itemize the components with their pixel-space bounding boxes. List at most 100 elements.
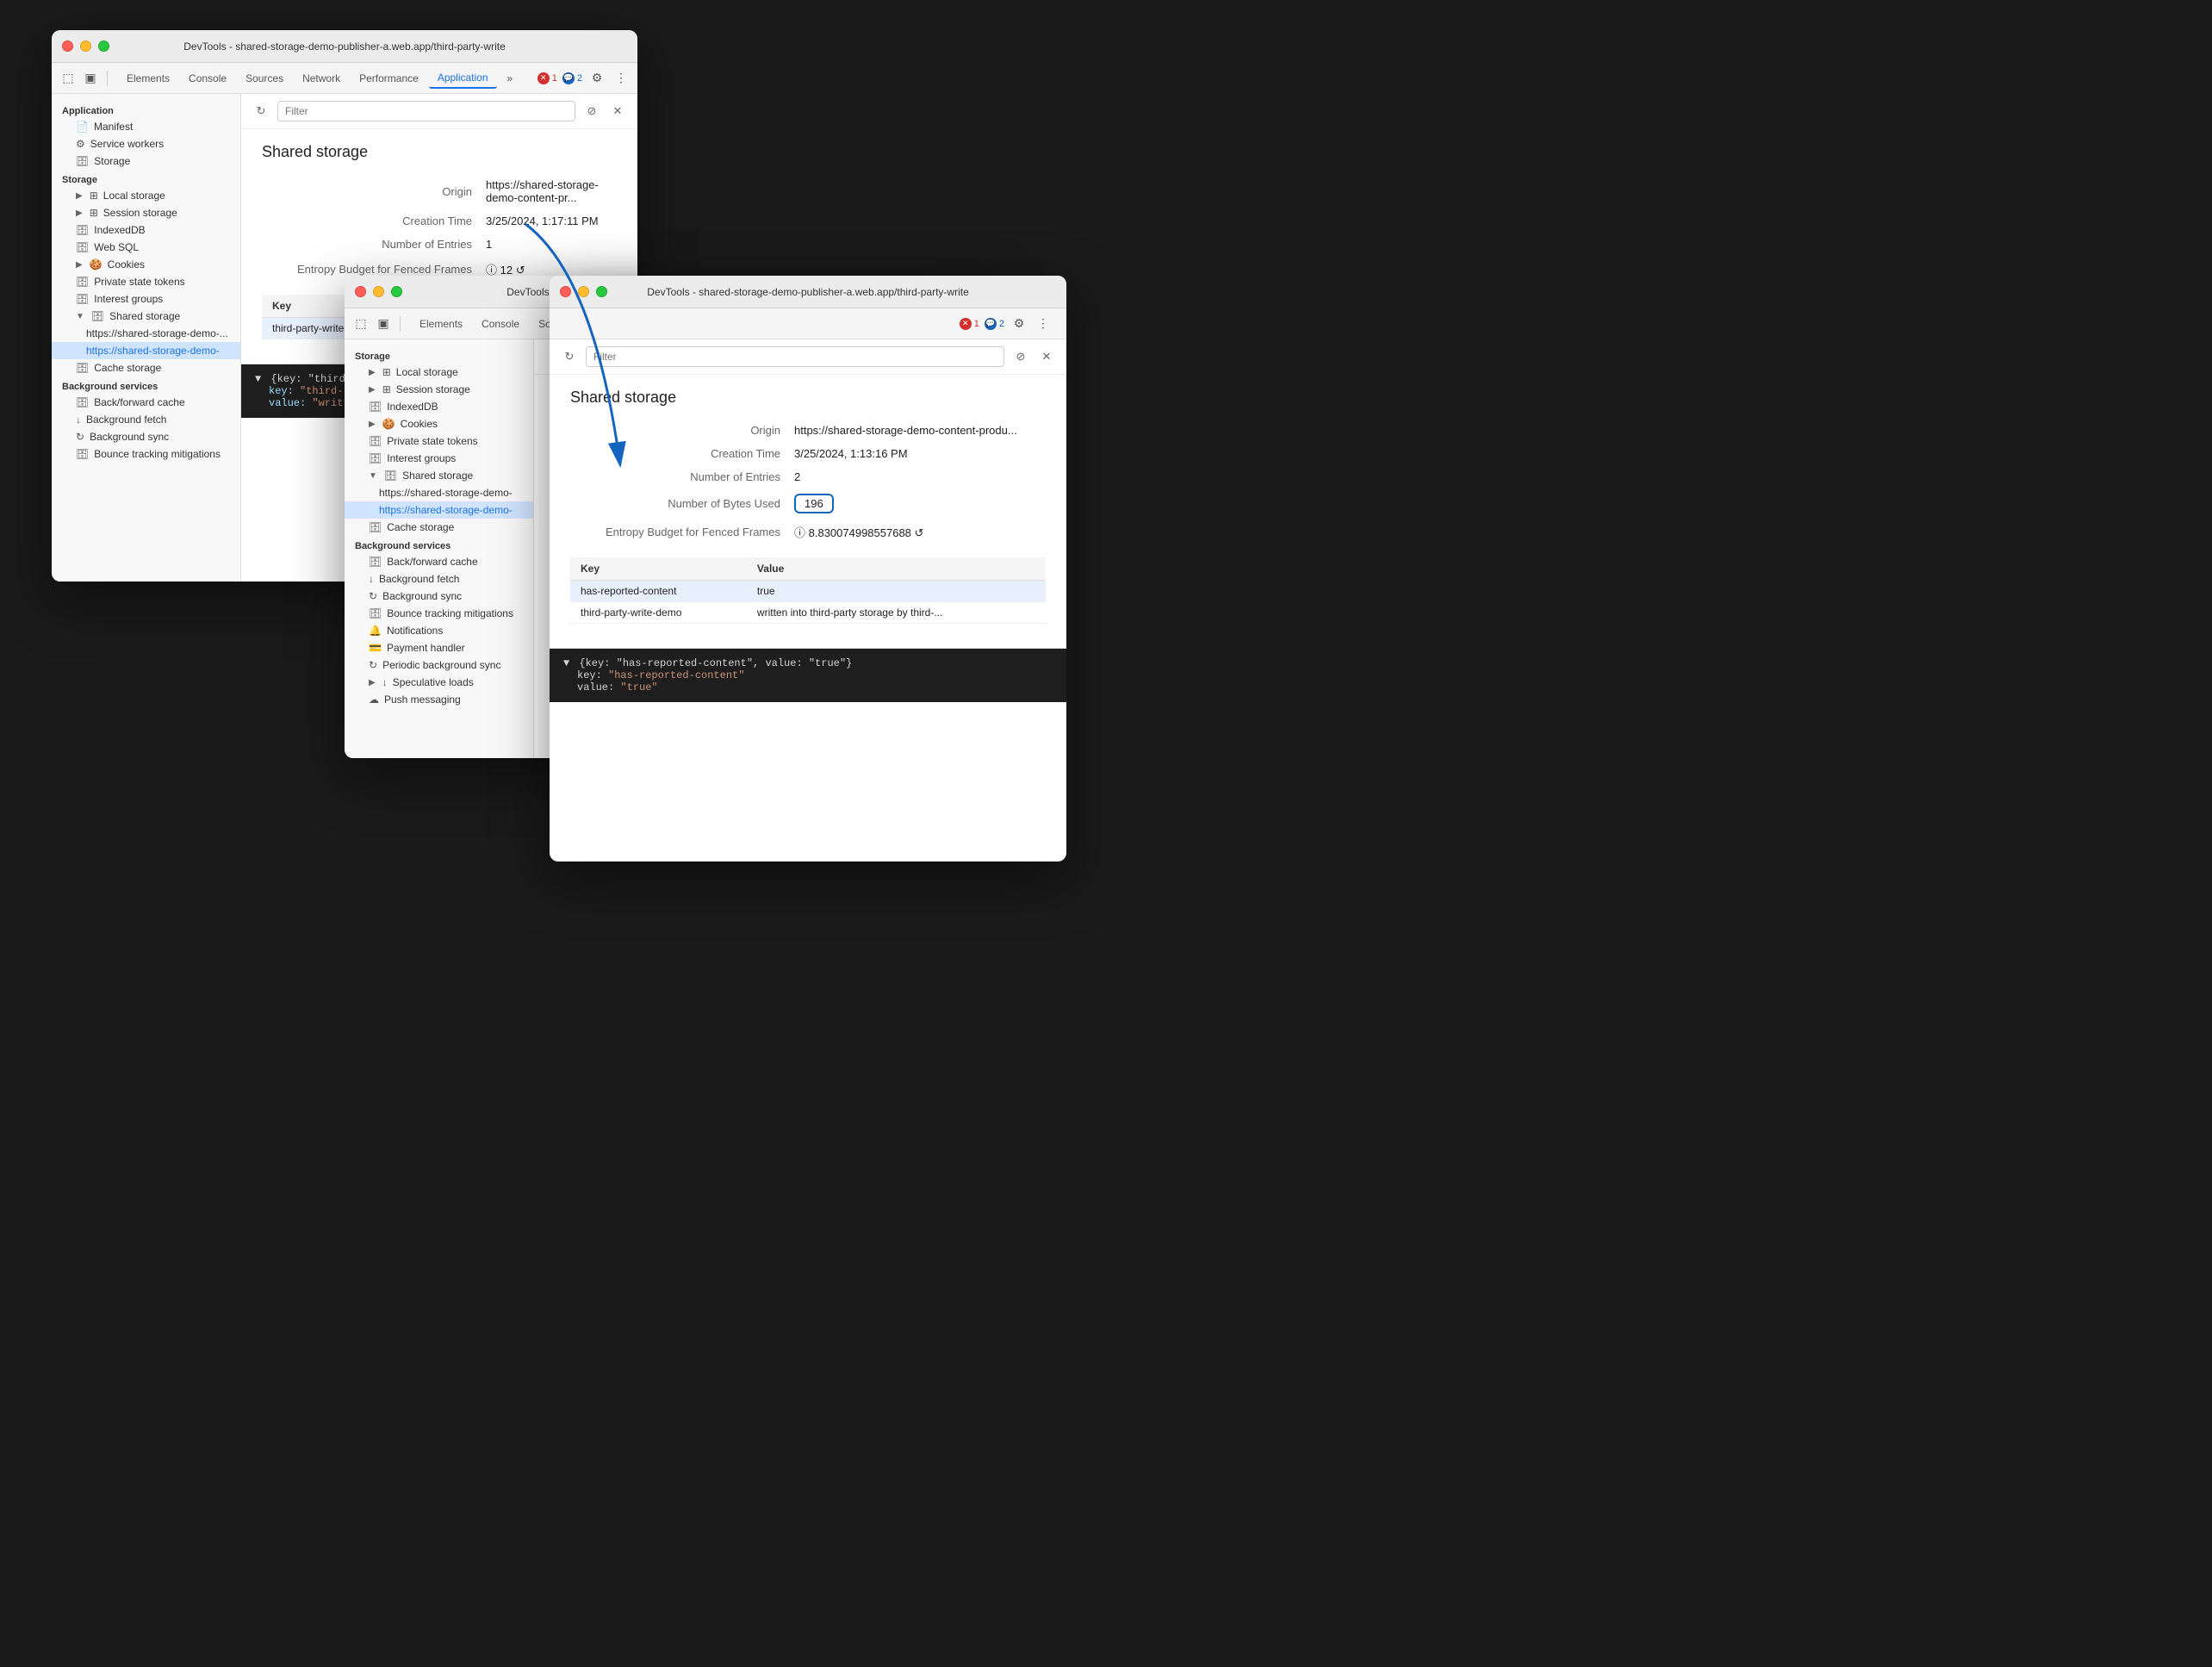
bytes-box-3: 196: [794, 494, 834, 513]
sidebar-cookies-label-2: Cookies: [401, 418, 438, 430]
sidebar-storage[interactable]: 🗄 Storage: [52, 152, 240, 170]
reload-btn-3[interactable]: ↻: [560, 347, 579, 366]
info-dot-3: 💬: [985, 318, 997, 330]
sidebar-indexeddb[interactable]: 🗄 IndexedDB: [52, 221, 240, 239]
close-button-3[interactable]: [560, 286, 571, 297]
maximize-button-3[interactable]: [596, 286, 607, 297]
table-row-3-2[interactable]: third-party-write-demo written into thir…: [570, 602, 1046, 624]
sidebar-back-forward[interactable]: 🗄 Back/forward cache: [52, 394, 240, 411]
filter-input-3[interactable]: [586, 346, 1004, 367]
settings-icon-1[interactable]: ⚙: [587, 69, 606, 88]
sidebar-cache-storage[interactable]: 🗄 Cache storage: [52, 359, 240, 376]
sidebar-bg-fetch[interactable]: ↓ Background fetch: [52, 411, 240, 428]
minimize-button-2[interactable]: [373, 286, 384, 297]
window-controls-2[interactable]: [355, 286, 402, 297]
sidebar-back-forward-label-2: Back/forward cache: [387, 556, 477, 568]
sidebar-interest-2[interactable]: 🗄 Interest groups: [345, 450, 533, 467]
indexeddb-icon-2: 🗄: [369, 401, 382, 413]
window-controls-1[interactable]: [62, 40, 109, 52]
device-icon-2[interactable]: ▣: [374, 314, 393, 333]
sidebar-private-tokens[interactable]: 🗄 Private state tokens: [52, 273, 240, 290]
sidebar-manifest[interactable]: 📄 Manifest: [52, 118, 240, 135]
more-icon-1[interactable]: ⋮: [612, 69, 631, 88]
reload-btn-1[interactable]: ↻: [252, 102, 270, 121]
error-badge-1: ✕ 1: [537, 72, 557, 84]
json-key-line-3: key: "has-reported-content": [563, 669, 1053, 681]
sidebar-push-2[interactable]: ☁ Push messaging: [345, 691, 533, 708]
clear-btn-1[interactable]: ⊘: [582, 102, 601, 121]
tab-console[interactable]: Console: [180, 69, 235, 88]
sidebar-service-workers[interactable]: ⚙ Service workers: [52, 135, 240, 152]
sidebar-shared-storage[interactable]: ▼ 🗄 Shared storage: [52, 308, 240, 325]
sidebar-notifications-2[interactable]: 🔔 Notifications: [345, 622, 533, 639]
storage-content-3: Shared storage Origin https://shared-sto…: [550, 375, 1066, 638]
sidebar-shared-sub1-2[interactable]: https://shared-storage-demo-: [345, 484, 533, 501]
speculative-icon-2: ↓: [382, 676, 388, 688]
bg-section-header: Background services: [52, 376, 240, 394]
sidebar-indexeddb-2[interactable]: 🗄 IndexedDB: [345, 398, 533, 415]
minimize-button-1[interactable]: [80, 40, 91, 52]
maximize-button-1[interactable]: [98, 40, 109, 52]
sidebar-session-2[interactable]: ▶ ⊞ Session storage: [345, 381, 533, 398]
sidebar-bg-sync[interactable]: ↻ Background sync: [52, 428, 240, 445]
sidebar-private-2[interactable]: 🗄 Private state tokens: [345, 432, 533, 450]
minimize-button-3[interactable]: [578, 286, 589, 297]
creation-label-1: Creation Time: [262, 215, 486, 227]
interest-icon-2: 🗄: [369, 452, 382, 464]
sidebar-cookies[interactable]: ▶ 🍪 Cookies: [52, 256, 240, 273]
maximize-button-2[interactable]: [391, 286, 402, 297]
sidebar-back-forward-2[interactable]: 🗄 Back/forward cache: [345, 553, 533, 570]
filter-input-1[interactable]: [277, 101, 575, 121]
sidebar-back-forward-label: Back/forward cache: [94, 396, 184, 408]
sidebar-session-storage[interactable]: ▶ ⊞ Session storage: [52, 204, 240, 221]
table-row-3-1[interactable]: has-reported-content true: [570, 581, 1046, 602]
sidebar-local-2[interactable]: ▶ ⊞ Local storage: [345, 364, 533, 381]
tab-more[interactable]: »: [499, 69, 522, 88]
sidebar-push-label-2: Push messaging: [384, 694, 461, 706]
sidebar-local-storage[interactable]: ▶ ⊞ Local storage: [52, 187, 240, 204]
cursor-icon[interactable]: ⬚: [59, 69, 78, 88]
clear-btn-3[interactable]: ⊘: [1011, 347, 1030, 366]
tab-elements[interactable]: Elements: [118, 69, 178, 88]
sidebar-interest-groups[interactable]: 🗄 Interest groups: [52, 290, 240, 308]
sidebar-cache-2[interactable]: 🗄 Cache storage: [345, 519, 533, 536]
tab-console-2[interactable]: Console: [473, 314, 528, 333]
sidebar-shared-2[interactable]: ▼ 🗄 Shared storage: [345, 467, 533, 484]
table-key-3-2: third-party-write-demo: [570, 602, 747, 624]
close-filter-btn-1[interactable]: ✕: [608, 102, 627, 121]
bounce-tracking-icon: 🗄: [76, 448, 89, 460]
tab-network[interactable]: Network: [294, 69, 349, 88]
sidebar-bg-fetch-label: Background fetch: [86, 414, 166, 426]
close-filter-btn-3[interactable]: ✕: [1037, 347, 1056, 366]
storage-title-3: Shared storage: [570, 389, 1046, 407]
device-icon[interactable]: ▣: [81, 69, 100, 88]
sidebar-bounce-tracking[interactable]: 🗄 Bounce tracking mitigations: [52, 445, 240, 463]
settings-icon-3[interactable]: ⚙: [1010, 314, 1028, 333]
table-key-3-1: has-reported-content: [570, 581, 747, 602]
sidebar-bg-sync-2[interactable]: ↻ Background sync: [345, 588, 533, 605]
sidebar-shared-sub2-2[interactable]: https://shared-storage-demo-: [345, 501, 533, 519]
sidebar-shared-sub2[interactable]: https://shared-storage-demo-: [52, 342, 240, 359]
creation-row-1: Creation Time 3/25/2024, 1:17:11 PM: [262, 215, 617, 227]
error-dot-3: ✕: [960, 318, 972, 330]
more-icon-3[interactable]: ⋮: [1034, 314, 1053, 333]
manifest-icon: 📄: [76, 121, 89, 133]
tab-elements-2[interactable]: Elements: [411, 314, 471, 333]
close-button-1[interactable]: [62, 40, 73, 52]
sidebar-periodic-sync-2[interactable]: ↻ Periodic background sync: [345, 656, 533, 674]
cursor-icon-2[interactable]: ⬚: [351, 314, 370, 333]
sidebar-bounce-2[interactable]: 🗄 Bounce tracking mitigations: [345, 605, 533, 622]
sidebar-speculative-2[interactable]: ▶ ↓ Speculative loads: [345, 674, 533, 691]
sidebar-cookies-2[interactable]: ▶ 🍪 Cookies: [345, 415, 533, 432]
tab-sources[interactable]: Sources: [237, 69, 292, 88]
bg-fetch-icon: ↓: [76, 414, 81, 426]
sidebar-shared-sub1[interactable]: https://shared-storage-demo-...: [52, 325, 240, 342]
tab-performance[interactable]: Performance: [351, 69, 427, 88]
tab-application[interactable]: Application: [429, 68, 497, 89]
sidebar-websql[interactable]: 🗄 Web SQL: [52, 239, 240, 256]
sidebar-payment-2[interactable]: 💳 Payment handler: [345, 639, 533, 656]
sidebar-bg-fetch-2[interactable]: ↓ Background fetch: [345, 570, 533, 588]
sidebar-bg-sync-label-2: Background sync: [382, 590, 462, 602]
close-button-2[interactable]: [355, 286, 366, 297]
window-controls-3[interactable]: [560, 286, 607, 297]
